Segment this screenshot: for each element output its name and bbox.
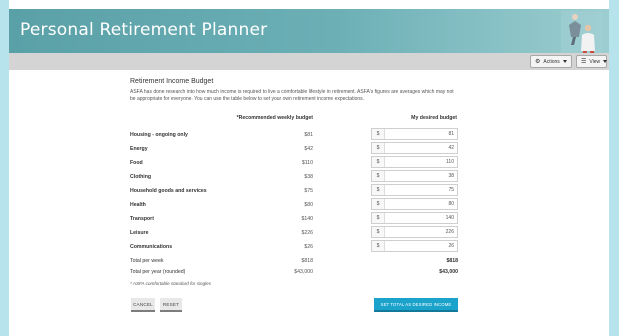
recommended-value: $80 xyxy=(304,202,313,208)
retiree-photo-icon xyxy=(561,11,603,53)
list-icon: ☰ xyxy=(581,58,587,65)
total-desired: $818 xyxy=(446,258,458,264)
total-label: Total per year (rounded) xyxy=(130,269,186,275)
budget-row: Communications $26 $26 xyxy=(130,240,458,256)
recommended-value: $81 xyxy=(304,132,313,138)
recommended-value: $38 xyxy=(304,174,313,180)
desired-value[interactable]: 26 xyxy=(385,241,457,251)
desired-budget-input[interactable]: $26 xyxy=(371,240,458,252)
footnote: * ASFA comfortable standard for singles xyxy=(130,281,212,286)
view-button[interactable]: ☰ View xyxy=(576,55,608,68)
chevron-down-icon xyxy=(562,60,567,63)
currency-addon: $ xyxy=(372,227,385,237)
desired-budget-input[interactable]: $226 xyxy=(371,226,458,238)
row-label: Transport xyxy=(130,216,154,222)
row-label: Health xyxy=(130,202,146,208)
actions-label: Actions xyxy=(543,58,560,65)
currency-addon: $ xyxy=(372,241,385,251)
total-recommended: $818 xyxy=(301,258,313,264)
total-desired: $43,000 xyxy=(439,269,458,275)
view-label: View xyxy=(589,58,601,65)
desired-budget-input[interactable]: $81 xyxy=(371,128,458,140)
desired-value[interactable]: 140 xyxy=(385,213,457,223)
reset-button[interactable]: RESET xyxy=(160,298,182,312)
recommended-value: $26 xyxy=(304,244,313,250)
recommended-value: $110 xyxy=(301,160,313,166)
total-per-year-row: Total per year (rounded) $43,000 $43,000 xyxy=(130,269,458,279)
recommended-value: $42 xyxy=(304,146,313,152)
currency-addon: $ xyxy=(372,213,385,223)
desired-value[interactable]: 81 xyxy=(385,129,457,139)
desired-value[interactable]: 42 xyxy=(385,143,457,153)
actions-button[interactable]: ⚙ Actions xyxy=(530,55,572,68)
row-label: Energy xyxy=(130,146,148,152)
total-per-week-row: Total per week $818 $818 xyxy=(130,258,458,268)
chevron-down-icon xyxy=(603,60,608,63)
row-label: Clothing xyxy=(130,174,152,180)
desired-budget-input[interactable]: $42 xyxy=(371,142,458,154)
currency-addon: $ xyxy=(372,129,385,139)
recommended-value: $140 xyxy=(301,216,313,222)
currency-addon: $ xyxy=(372,157,385,167)
recommended-value: $226 xyxy=(301,230,313,236)
desired-budget-input[interactable]: $75 xyxy=(371,184,458,196)
desired-value[interactable]: 110 xyxy=(385,157,457,167)
row-label: Household goods and services xyxy=(130,188,207,194)
app-title: Personal Retirement Planner xyxy=(20,20,268,40)
desired-budget-input[interactable]: $110 xyxy=(371,156,458,168)
desired-budget-input[interactable]: $80 xyxy=(371,198,458,210)
currency-addon: $ xyxy=(372,199,385,209)
total-recommended: $43,000 xyxy=(294,269,313,275)
recommended-value: $75 xyxy=(304,188,313,194)
currency-addon: $ xyxy=(372,171,385,181)
cancel-button[interactable]: CANCEL xyxy=(131,298,155,312)
row-label: Leisure xyxy=(130,230,149,236)
desired-value[interactable]: 38 xyxy=(385,171,457,181)
set-total-button[interactable]: SET TOTAL AS DESIRED INCOME xyxy=(374,298,458,312)
desired-value[interactable]: 80 xyxy=(385,199,457,209)
recommended-column-header: *Recommended weekly budget xyxy=(236,115,313,121)
currency-addon: $ xyxy=(372,143,385,153)
gear-icon: ⚙ xyxy=(535,58,541,65)
desired-value[interactable]: 226 xyxy=(385,227,457,237)
desired-budget-input[interactable]: $38 xyxy=(371,170,458,182)
row-label: Food xyxy=(130,160,143,166)
app-header: Personal Retirement Planner xyxy=(9,9,609,53)
left-frame xyxy=(0,0,9,336)
desired-column-header: My desired budget xyxy=(411,115,457,121)
toolbar: ⚙ Actions ☰ View xyxy=(9,53,609,70)
row-label: Communications xyxy=(130,244,173,250)
right-frame xyxy=(609,0,619,336)
section-description: ASFA has done research into how much inc… xyxy=(130,89,454,102)
desired-budget-input[interactable]: $140 xyxy=(371,212,458,224)
total-label: Total per week xyxy=(130,258,164,264)
currency-addon: $ xyxy=(372,185,385,195)
section-title: Retirement Income Budget xyxy=(130,78,214,85)
row-label: Housing - ongoing only xyxy=(130,132,188,138)
desired-value[interactable]: 75 xyxy=(385,185,457,195)
